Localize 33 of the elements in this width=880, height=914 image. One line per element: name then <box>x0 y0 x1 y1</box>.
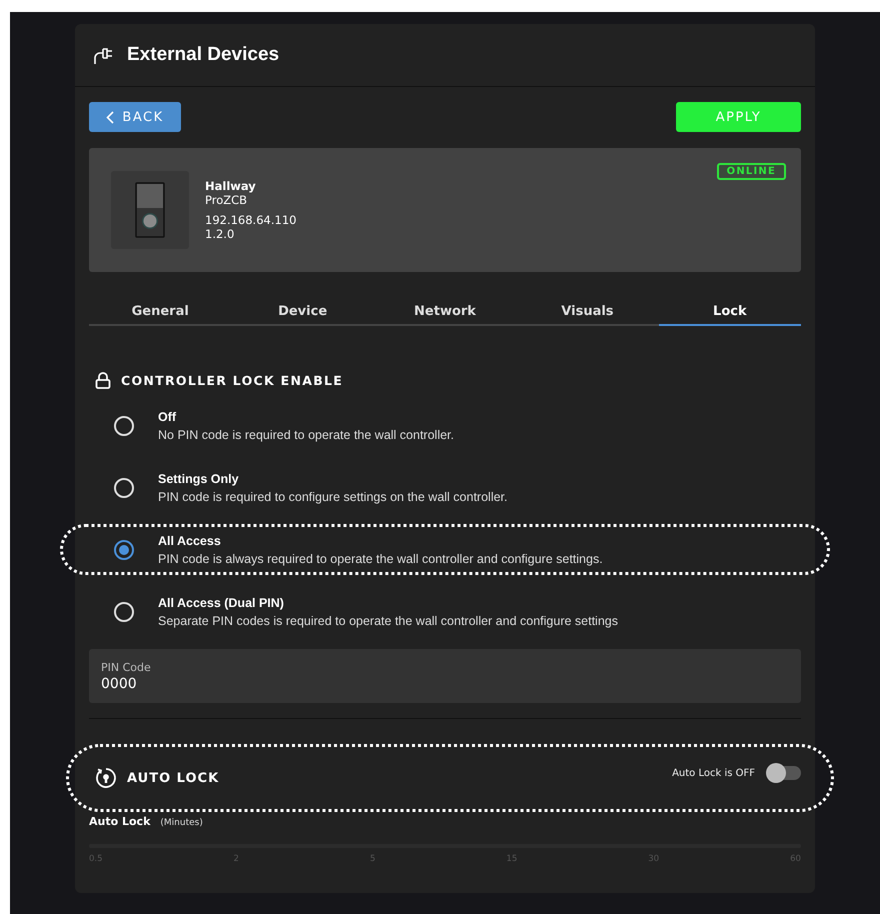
section-title: AUTO LOCK <box>127 770 220 786</box>
tab[interactable]: Visuals <box>516 298 659 326</box>
option-label: All Access <box>158 534 222 548</box>
toggle-switch[interactable] <box>767 766 801 780</box>
device-model: ProZCB <box>205 193 248 207</box>
back-button[interactable]: BACK <box>89 102 181 132</box>
plug-icon <box>93 45 115 65</box>
tab[interactable]: Network <box>374 298 516 326</box>
slider-unit: (Minutes) <box>160 818 203 828</box>
option-description: PIN code is always required to operate the wall controller and configure settings. <box>158 552 603 566</box>
option-description: Separate PIN codes is required to operate the wall controller and configure settings <box>158 614 618 628</box>
tab[interactable]: Device <box>231 298 374 326</box>
radio-button[interactable] <box>114 540 134 560</box>
tab[interactable]: Lock <box>658 298 802 326</box>
tab[interactable]: General <box>89 298 232 326</box>
wall-controller-icon <box>135 182 165 238</box>
page-title: External Devices <box>127 44 280 66</box>
lock-icon <box>95 372 111 389</box>
option-description: No PIN code is required to operate the wall controller. <box>158 428 454 442</box>
option-label: Settings Only <box>158 472 240 486</box>
option-label: All Access (Dual PIN) <box>158 596 285 610</box>
chevron-left-icon <box>106 110 114 124</box>
device-name: Hallway <box>205 179 257 193</box>
toggle-label: Auto Lock is OFF <box>672 768 755 778</box>
pin-code-field[interactable]: PIN Code 0000 <box>89 649 801 703</box>
option-description: PIN code is required to configure settings on the wall controller. <box>158 490 508 504</box>
slider-label: Auto Lock <box>89 815 150 828</box>
option-label: Off <box>158 410 178 424</box>
device-ip: 192.168.64.110 <box>205 213 296 227</box>
device-version: 1.2.0 <box>205 227 236 241</box>
status-badge: ONLINE <box>716 163 786 180</box>
section-title: CONTROLLER LOCK ENABLE <box>121 373 344 388</box>
auto-lock-icon <box>95 767 117 789</box>
